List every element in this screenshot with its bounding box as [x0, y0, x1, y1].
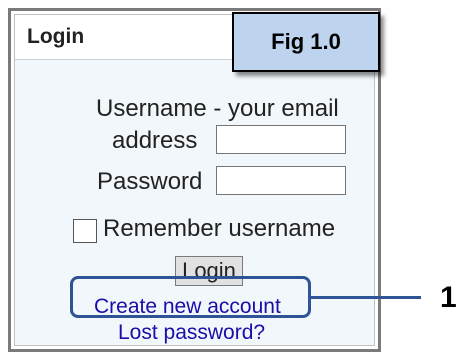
callout-highlight-box: [70, 276, 311, 318]
remember-username-label[interactable]: Remember username: [103, 215, 335, 243]
username-input[interactable]: [216, 125, 346, 154]
lost-password-link[interactable]: Lost password?: [118, 321, 265, 345]
password-label: Password: [97, 168, 203, 195]
login-block-title: Login: [27, 25, 85, 48]
password-input[interactable]: [216, 166, 346, 195]
remember-username-checkbox[interactable]: [73, 219, 97, 243]
username-label-line1: Username - your email: [96, 95, 339, 122]
username-label-line2: address: [112, 127, 198, 154]
figure-label-badge: Fig 1.0: [232, 12, 380, 72]
callout-number: 1: [440, 281, 457, 314]
callout-connector-line: [311, 296, 421, 299]
